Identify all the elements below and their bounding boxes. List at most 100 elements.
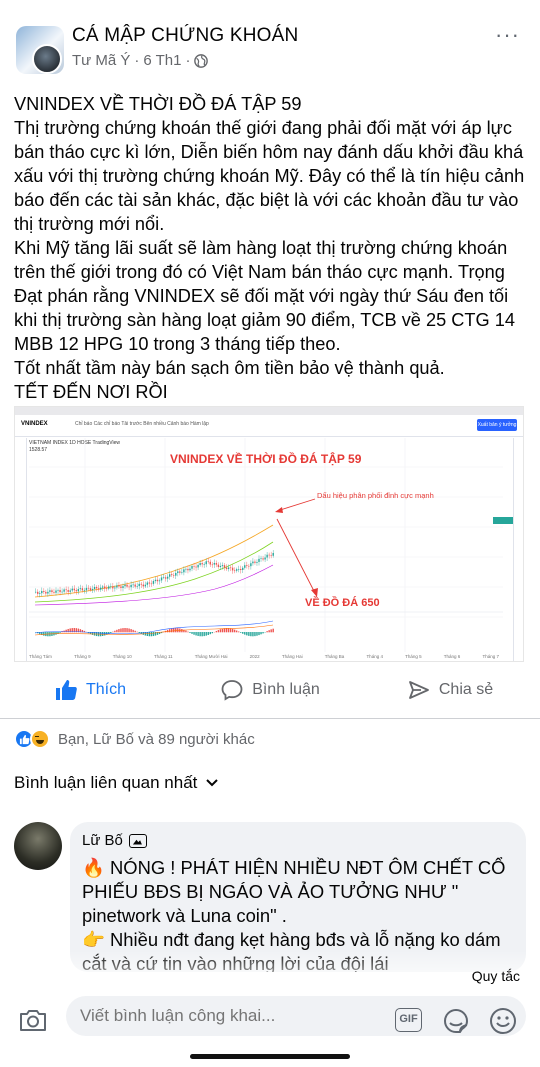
candle-body [55,590,57,593]
macd-bar [252,632,254,637]
candle-body [252,561,254,564]
commenter-avatar[interactable] [14,822,62,870]
candle-body [235,569,238,571]
candle-body [130,584,132,588]
candle-body [69,590,71,592]
macd-bar [152,632,155,637]
post-image-chart[interactable]: VNINDEX Chỉ báo Các chỉ báo Tải trước Bê… [14,406,524,662]
macd-bar [217,630,220,633]
camera-icon[interactable] [18,1007,48,1033]
macd-bar [126,628,128,633]
candle-body [95,587,98,589]
candle-body [177,571,179,573]
candle-body [266,554,268,558]
rules-link[interactable]: Quy tắc [472,968,520,984]
more-options-button[interactable]: ··· [495,22,520,48]
reactions-summary[interactable]: Bạn, Lữ Bố và 89 người khác [14,728,255,750]
macd-bar [177,628,179,633]
divider [0,718,540,719]
candle-body [219,566,222,567]
candle-body [254,561,256,563]
haha-reaction-icon [30,729,50,749]
macd-bar [154,632,157,636]
candle-body [250,563,252,567]
tv-xaxis-label: Tháng 7 [482,654,499,659]
tv-xaxis-label: Tháng 5 [405,654,422,659]
candle-body [148,582,151,584]
macd-bar [132,629,134,633]
candle-body [89,588,92,591]
macd-bar [136,631,138,633]
macd-bar [270,629,272,633]
macd-bar [262,632,264,634]
macd-bar [59,632,61,633]
candle-body [51,590,53,593]
macd-bar [124,628,126,633]
macd-bar [205,632,207,636]
candle-body [215,563,218,565]
macd-bar [211,632,214,634]
candle-body [156,579,159,582]
candle-body [162,577,165,578]
macd-bar [166,629,169,633]
candle-body [71,588,73,591]
emoji-icon[interactable] [488,1006,518,1036]
candle-body [201,563,203,565]
macd-bar [122,628,124,633]
candle-body [132,584,134,586]
candle-body [122,586,124,588]
comments-sort-label: Bình luận liên quan nhất [14,773,198,792]
candle-body [154,579,157,582]
candle-body [87,587,90,589]
candle-body [181,572,183,573]
macd-bar [191,632,193,634]
candle-body [268,554,270,556]
comment-button[interactable]: Bình luận [180,670,360,710]
macd-bar [120,628,122,633]
macd-bar [189,632,191,633]
reactions-text: Bạn, Lữ Bố và 89 người khác [58,730,255,748]
candle-body [91,588,94,591]
macd-bar [118,629,120,633]
macd-bar [209,632,211,635]
macd-bar [187,631,189,633]
macd-bar [134,630,136,633]
macd-bar [175,628,177,633]
candle-body [65,589,67,591]
candle-body [160,577,163,581]
candle-body [183,569,185,573]
chevron-down-icon [206,779,219,787]
comments-sort-dropdown[interactable]: Bình luận liên quan nhất [14,773,219,793]
candle-body [93,587,96,589]
candle-body [41,590,43,594]
candle-body [118,585,120,587]
post-meta: Tư Mã Ý · 6 Th1 · [72,52,209,69]
macd-bar [254,632,256,637]
gif-icon[interactable]: GIF [395,1008,422,1032]
chart-annotation-title: VNINDEX VỀ THỜI ĐỒ ĐÁ TẬP 59 [170,452,362,466]
home-indicator[interactable] [190,1054,350,1059]
candle-body [124,584,126,587]
candle-body [213,563,216,565]
sticker-icon[interactable] [441,1006,471,1036]
candle-body [116,585,118,588]
macd-bar [43,632,45,636]
post-author[interactable]: Tư Mã Ý [72,52,130,69]
candle-body [108,586,110,589]
share-button[interactable]: Chia sẻ [360,670,540,710]
candle-body [47,591,49,594]
candle-body [83,590,86,591]
comment-author[interactable]: Lữ Bố [82,832,147,849]
post-text-line: TẾT ĐẾN NƠI RỒI [14,382,168,402]
author-avatar[interactable] [32,44,62,74]
like-button[interactable]: Thích [0,670,180,710]
post-header: CÁ MẬP CHỨNG KHOÁN Tư Mã Ý · 6 Th1 · ··· [0,0,540,90]
tv-xaxis-label: Tháng Mười Hai [194,654,228,659]
candle-body [75,590,77,592]
group-name[interactable]: CÁ MẬP CHỨNG KHOÁN [72,25,298,47]
macd-bar [201,632,203,637]
candle-body [209,561,211,565]
candle-body [106,588,108,590]
candle-body [85,587,88,591]
post-time[interactable]: 6 Th1 [143,52,181,69]
